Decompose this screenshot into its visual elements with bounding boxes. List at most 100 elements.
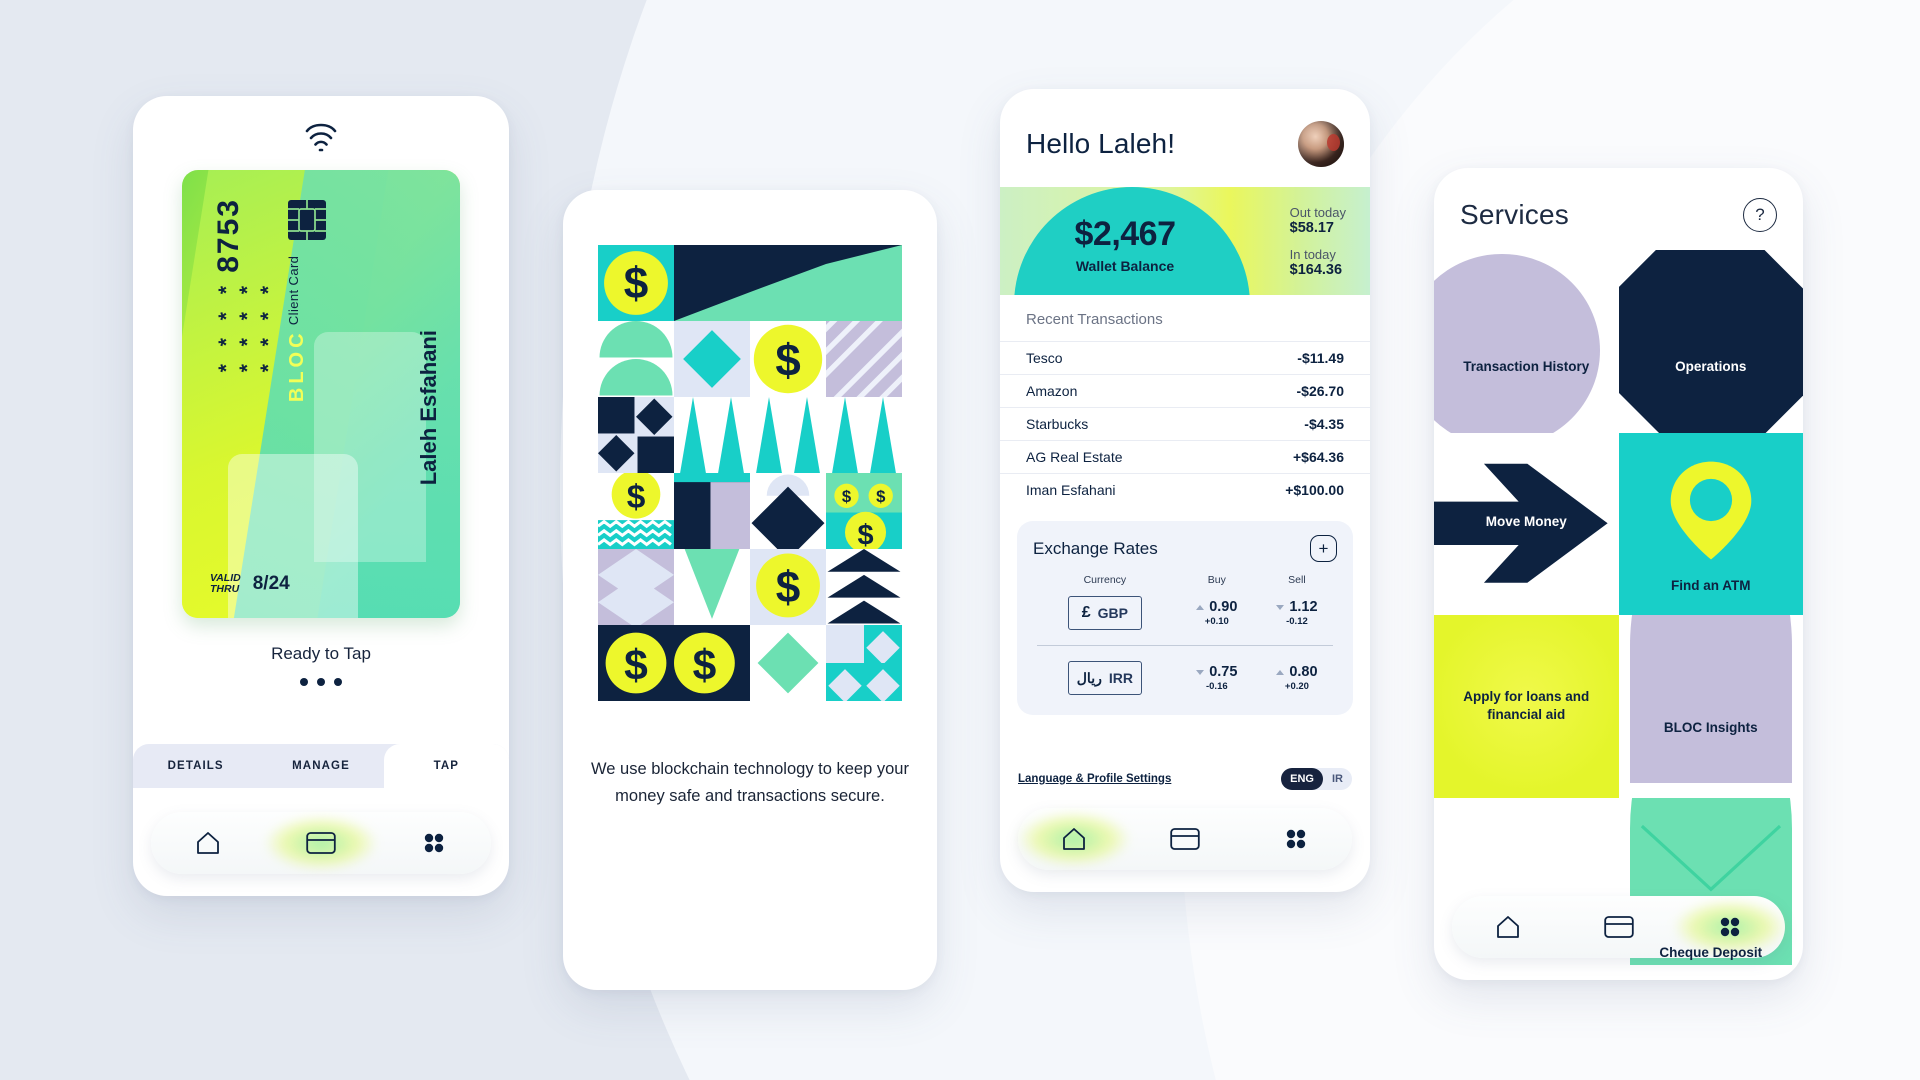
service-label: BLOC Insights: [1663, 720, 1758, 736]
service-tile-move-money[interactable]: Move Money: [1434, 433, 1619, 616]
pager-dot-2[interactable]: [317, 678, 325, 686]
settings-row: Language & Profile Settings ENG IR: [1018, 768, 1352, 790]
svg-text:$: $: [624, 259, 649, 308]
pager-dot-1[interactable]: [300, 678, 308, 686]
transaction-amount: -$4.35: [1304, 416, 1344, 432]
dome-shape: [1629, 615, 1792, 783]
svg-text:$: $: [624, 642, 648, 690]
card-valid-thru: 8/24: [252, 573, 290, 595]
service-tile-cheque-deposit[interactable]: Cheque Deposit: [1619, 797, 1804, 981]
card-pager-dots[interactable]: [133, 678, 509, 686]
service-tile-apply-loans[interactable]: Apply for loans and financial aid: [1434, 615, 1619, 798]
exchange-row-irr[interactable]: ریال IRR 0.75 -0.16 0.80 +0.20: [1033, 657, 1337, 699]
table-row[interactable]: Tesco -$11.49: [1000, 341, 1370, 374]
svg-text:$: $: [693, 642, 717, 690]
card-icon: [306, 832, 336, 854]
card-brand-subtitle: Client Card: [286, 256, 301, 326]
emv-chip-icon: [288, 200, 326, 240]
card-mask-group-2: * * * *: [236, 280, 259, 373]
buy-value: 0.75: [1209, 664, 1238, 680]
nav-apps[interactable]: [1674, 913, 1785, 941]
tab-manage[interactable]: MANAGE: [258, 744, 383, 788]
pager-dot-3[interactable]: [334, 678, 342, 686]
services-header: Services ?: [1434, 168, 1803, 240]
services-grid: Transaction History Operations Move Mone…: [1434, 250, 1803, 980]
svg-text:$: $: [775, 335, 800, 386]
exchange-rates-title: Exchange Rates: [1033, 538, 1158, 558]
pattern-cell-r6c1: $: [598, 625, 674, 701]
table-row[interactable]: Iman Esfahani +$100.00: [1000, 473, 1370, 506]
language-option-ir[interactable]: IR: [1323, 768, 1352, 790]
currency-chip-irr[interactable]: ریال IRR: [1067, 661, 1142, 695]
pattern-cell-r3c1: [598, 397, 674, 473]
nav-apps[interactable]: [1241, 825, 1352, 853]
nav-home[interactable]: [1018, 825, 1129, 853]
add-currency-button[interactable]: +: [1310, 535, 1337, 562]
pattern-cell-r6c3: [750, 625, 826, 701]
exchange-rates-card: Exchange Rates + Currency Buy Sell £ GBP: [1017, 521, 1353, 715]
pattern-cell-r1c1: $: [598, 245, 674, 321]
svg-text:$: $: [627, 479, 646, 516]
wallet-balance-panel: $2,467 Wallet Balance Out today $58.17 I…: [1000, 187, 1370, 295]
card-status-text: Ready to Tap: [271, 644, 371, 663]
buy-rate: 0.90: [1177, 599, 1257, 615]
pattern-cell-r2c3: $: [750, 321, 826, 397]
pattern-cell-r6c2: $: [674, 625, 750, 701]
nav-card[interactable]: [264, 830, 377, 856]
bottom-nav-card-screen: [151, 812, 491, 874]
sell-value: 1.12: [1289, 599, 1318, 615]
map-pin-icon: [1670, 462, 1752, 560]
card-mask-group-1: * * * *: [215, 280, 238, 373]
sell-delta: -0.12: [1286, 616, 1308, 627]
language-profile-settings-link[interactable]: Language & Profile Settings: [1018, 773, 1171, 785]
pattern-cell-r5c1: [598, 549, 674, 625]
card-icon: [1603, 916, 1634, 938]
nav-card[interactable]: [1129, 826, 1240, 852]
column-header-buy: Buy: [1207, 574, 1226, 586]
service-label: Find an ATM: [1671, 577, 1751, 593]
transaction-amount: +$100.00: [1285, 482, 1344, 498]
svg-text:$: $: [857, 519, 873, 549]
buy-rate: 0.75: [1177, 664, 1257, 680]
page-title: Services: [1460, 199, 1569, 230]
service-tile-transaction-history[interactable]: Transaction History: [1434, 250, 1619, 433]
home-icon: [196, 832, 219, 854]
currency-code: GBP: [1097, 605, 1128, 621]
nav-home[interactable]: [151, 829, 264, 857]
info-body-text: We use blockchain technology to keep you…: [591, 760, 909, 805]
tab-details[interactable]: DETAILS: [133, 744, 258, 788]
currency-chip-gbp[interactable]: £ GBP: [1067, 596, 1142, 630]
greeting-text: Hello Laleh!: [1026, 128, 1176, 159]
bank-card[interactable]: 8753 * * * * * * * * * * * * BLOC Client…: [182, 170, 460, 618]
table-row[interactable]: Amazon -$26.70: [1000, 374, 1370, 407]
trend-up-icon: [1196, 604, 1205, 610]
transaction-amount: -$26.70: [1296, 383, 1344, 399]
pattern-cell-r4c4: $ $ $: [826, 473, 902, 549]
bottom-nav-home-screen: [1018, 808, 1352, 870]
exchange-row-gbp[interactable]: £ GBP 0.90 +0.10 1.12 -0.12: [1033, 592, 1337, 634]
nav-card[interactable]: [1563, 914, 1674, 940]
pattern-cell-r2c4: [826, 321, 902, 397]
trend-down-icon: [1196, 669, 1205, 675]
pattern-cell-r4c2: [674, 473, 750, 549]
table-row[interactable]: Starbucks -$4.35: [1000, 407, 1370, 440]
phone-card-screen: 8753 * * * * * * * * * * * * BLOC Client…: [133, 96, 509, 896]
pattern-cell-r5c4: [826, 549, 902, 625]
service-tile-find-atm[interactable]: Find an ATM: [1618, 432, 1803, 615]
nav-home[interactable]: [1452, 913, 1563, 941]
balance-amount: $2,467: [1074, 214, 1177, 253]
user-avatar[interactable]: [1298, 121, 1344, 167]
service-tile-operations[interactable]: Operations: [1618, 250, 1803, 433]
table-row[interactable]: AG Real Estate +$64.36: [1000, 440, 1370, 473]
pattern-cell-r4c1: $: [598, 473, 674, 549]
pattern-cell-r3c2: [674, 397, 750, 473]
language-option-eng[interactable]: ENG: [1281, 768, 1323, 790]
service-label: Operations: [1675, 358, 1747, 374]
service-tile-bloc-insights[interactable]: BLOC Insights: [1619, 615, 1804, 798]
pattern-cell-r2c1: [598, 321, 674, 397]
nav-apps[interactable]: [378, 829, 491, 857]
help-icon[interactable]: ?: [1743, 198, 1777, 232]
language-toggle[interactable]: ENG IR: [1281, 768, 1352, 790]
tab-tap[interactable]: TAP: [383, 744, 509, 788]
service-label: Transaction History: [1463, 358, 1590, 374]
